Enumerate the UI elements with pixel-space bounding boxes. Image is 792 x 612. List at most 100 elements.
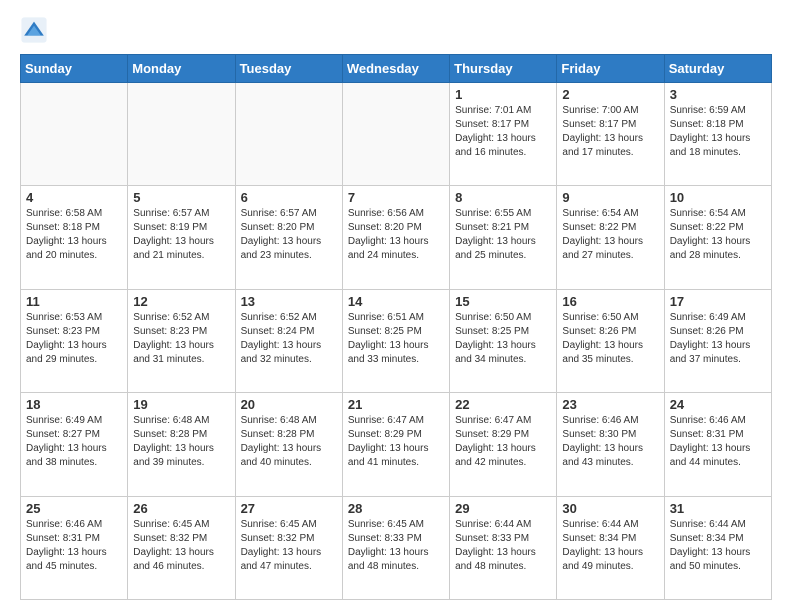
day-info: Sunrise: 7:01 AMSunset: 8:17 PMDaylight:…	[455, 104, 551, 160]
calendar-cell: 22Sunrise: 6:47 AMSunset: 8:29 PMDayligh…	[450, 393, 557, 496]
logo	[20, 16, 52, 44]
calendar-cell: 8 Sunrise: 6:55 AMSunset: 8:21 PMDaylight…	[450, 186, 557, 289]
day-number: 10	[670, 190, 766, 205]
calendar-cell: 30 Sunrise: 6:44 AMSunset: 8:34 PMDayligh…	[557, 496, 664, 599]
calendar-cell: 13 Sunrise: 6:52 AMSunset: 8:24 PMDayligh…	[235, 289, 342, 392]
day-number: 30	[562, 501, 658, 516]
day-number: 5	[133, 190, 229, 205]
day-info: Sunrise: 6:45 AMSunset: 8:32 PMDaylight:…	[241, 518, 337, 574]
calendar-cell: 12 Sunrise: 6:52 AMSunset: 8:23 PMDayligh…	[128, 289, 235, 392]
day-info: Sunrise: 6:57 AMSunset: 8:19 PMDaylight:…	[133, 207, 229, 263]
day-number: 27	[241, 501, 337, 516]
calendar-cell: 23 Sunrise: 6:46 AMSunset: 8:30 PMDayligh…	[557, 393, 664, 496]
day-info: Sunrise: 6:54 AMSunset: 8:22 PMDaylight:…	[670, 207, 766, 263]
calendar-cell: 27 Sunrise: 6:45 AMSunset: 8:32 PMDayligh…	[235, 496, 342, 599]
day-info: Sunrise: 6:50 AMSunset: 8:25 PMDaylight:…	[455, 311, 551, 367]
calendar-cell	[128, 83, 235, 186]
day-info: Sunrise: 6:46 AMSunset: 8:31 PMDaylight:…	[26, 518, 122, 574]
day-info: Sunrise: 6:47 AMSunset: 8:29 PMDaylight:…	[455, 414, 551, 470]
day-info: Sunrise: 6:52 AMSunset: 8:24 PMDaylight:…	[241, 311, 337, 367]
calendar-cell: 21 Sunrise: 6:47 AMSunset: 8:29 PMDayligh…	[342, 393, 449, 496]
day-number: 28	[348, 501, 444, 516]
calendar-cell: 31 Sunrise: 6:44 AMSunset: 8:34 PMDayligh…	[664, 496, 771, 599]
calendar-cell: 18 Sunrise: 6:49 AMSunset: 8:27 PMDayligh…	[21, 393, 128, 496]
day-info: Sunrise: 6:56 AMSunset: 8:20 PMDaylight:…	[348, 207, 444, 263]
day-info: Sunrise: 6:44 AMSunset: 8:34 PMDaylight:…	[562, 518, 658, 574]
calendar-cell: 28 Sunrise: 6:45 AMSunset: 8:33 PMDayligh…	[342, 496, 449, 599]
calendar-cell: 26Sunrise: 6:45 AMSunset: 8:32 PMDayligh…	[128, 496, 235, 599]
day-info: Sunrise: 6:44 AMSunset: 8:33 PMDaylight:…	[455, 518, 551, 574]
calendar-cell	[21, 83, 128, 186]
calendar-cell: 16Sunrise: 6:50 AMSunset: 8:26 PMDayligh…	[557, 289, 664, 392]
col-header-thursday: Thursday	[450, 55, 557, 83]
day-number: 31	[670, 501, 766, 516]
day-number: 7	[348, 190, 444, 205]
calendar-cell: 2 Sunrise: 7:00 AMSunset: 8:17 PMDaylight…	[557, 83, 664, 186]
day-info: Sunrise: 6:58 AMSunset: 8:18 PMDaylight:…	[26, 207, 122, 263]
day-info: Sunrise: 6:54 AMSunset: 8:22 PMDaylight:…	[562, 207, 658, 263]
calendar-cell: 20 Sunrise: 6:48 AMSunset: 8:28 PMDayligh…	[235, 393, 342, 496]
day-info: Sunrise: 6:44 AMSunset: 8:34 PMDaylight:…	[670, 518, 766, 574]
day-number: 16	[562, 294, 658, 309]
day-number: 11	[26, 294, 122, 309]
day-number: 6	[241, 190, 337, 205]
day-number: 1	[455, 87, 551, 102]
calendar-cell: 1 Sunrise: 7:01 AMSunset: 8:17 PMDaylight…	[450, 83, 557, 186]
day-info: Sunrise: 6:57 AMSunset: 8:20 PMDaylight:…	[241, 207, 337, 263]
calendar-cell: 3 Sunrise: 6:59 AMSunset: 8:18 PMDaylight…	[664, 83, 771, 186]
day-number: 20	[241, 397, 337, 412]
calendar-cell: 4 Sunrise: 6:58 AMSunset: 8:18 PMDaylight…	[21, 186, 128, 289]
day-info: Sunrise: 7:00 AMSunset: 8:17 PMDaylight:…	[562, 104, 658, 160]
calendar-cell	[342, 83, 449, 186]
day-number: 2	[562, 87, 658, 102]
col-header-tuesday: Tuesday	[235, 55, 342, 83]
day-info: Sunrise: 6:52 AMSunset: 8:23 PMDaylight:…	[133, 311, 229, 367]
day-info: Sunrise: 6:48 AMSunset: 8:28 PMDaylight:…	[133, 414, 229, 470]
day-number: 4	[26, 190, 122, 205]
calendar-cell: 9 Sunrise: 6:54 AMSunset: 8:22 PMDaylight…	[557, 186, 664, 289]
day-number: 14	[348, 294, 444, 309]
col-header-saturday: Saturday	[664, 55, 771, 83]
day-number: 19	[133, 397, 229, 412]
day-info: Sunrise: 6:47 AMSunset: 8:29 PMDaylight:…	[348, 414, 444, 470]
calendar-cell: 29 Sunrise: 6:44 AMSunset: 8:33 PMDayligh…	[450, 496, 557, 599]
day-info: Sunrise: 6:45 AMSunset: 8:33 PMDaylight:…	[348, 518, 444, 574]
day-number: 13	[241, 294, 337, 309]
day-info: Sunrise: 6:53 AMSunset: 8:23 PMDaylight:…	[26, 311, 122, 367]
day-number: 29	[455, 501, 551, 516]
day-info: Sunrise: 6:45 AMSunset: 8:32 PMDaylight:…	[133, 518, 229, 574]
calendar-cell: 7 Sunrise: 6:56 AMSunset: 8:20 PMDaylight…	[342, 186, 449, 289]
calendar-cell: 15 Sunrise: 6:50 AMSunset: 8:25 PMDayligh…	[450, 289, 557, 392]
day-number: 21	[348, 397, 444, 412]
day-number: 18	[26, 397, 122, 412]
day-number: 3	[670, 87, 766, 102]
logo-icon	[20, 16, 48, 44]
calendar-cell: 6 Sunrise: 6:57 AMSunset: 8:20 PMDaylight…	[235, 186, 342, 289]
page: SundayMondayTuesdayWednesdayThursdayFrid…	[0, 0, 792, 612]
day-number: 9	[562, 190, 658, 205]
day-info: Sunrise: 6:48 AMSunset: 8:28 PMDaylight:…	[241, 414, 337, 470]
calendar-table: SundayMondayTuesdayWednesdayThursdayFrid…	[20, 54, 772, 600]
day-number: 25	[26, 501, 122, 516]
calendar-cell	[235, 83, 342, 186]
day-info: Sunrise: 6:51 AMSunset: 8:25 PMDaylight:…	[348, 311, 444, 367]
day-number: 24	[670, 397, 766, 412]
day-number: 8	[455, 190, 551, 205]
day-info: Sunrise: 6:55 AMSunset: 8:21 PMDaylight:…	[455, 207, 551, 263]
calendar-cell: 11 Sunrise: 6:53 AMSunset: 8:23 PMDayligh…	[21, 289, 128, 392]
calendar-cell: 5 Sunrise: 6:57 AMSunset: 8:19 PMDaylight…	[128, 186, 235, 289]
col-header-sunday: Sunday	[21, 55, 128, 83]
col-header-wednesday: Wednesday	[342, 55, 449, 83]
day-number: 23	[562, 397, 658, 412]
col-header-friday: Friday	[557, 55, 664, 83]
calendar-cell: 14 Sunrise: 6:51 AMSunset: 8:25 PMDayligh…	[342, 289, 449, 392]
day-info: Sunrise: 6:46 AMSunset: 8:31 PMDaylight:…	[670, 414, 766, 470]
day-number: 12	[133, 294, 229, 309]
calendar-cell: 24 Sunrise: 6:46 AMSunset: 8:31 PMDayligh…	[664, 393, 771, 496]
day-number: 17	[670, 294, 766, 309]
day-info: Sunrise: 6:46 AMSunset: 8:30 PMDaylight:…	[562, 414, 658, 470]
col-header-monday: Monday	[128, 55, 235, 83]
day-info: Sunrise: 6:49 AMSunset: 8:27 PMDaylight:…	[26, 414, 122, 470]
day-info: Sunrise: 6:59 AMSunset: 8:18 PMDaylight:…	[670, 104, 766, 160]
day-number: 15	[455, 294, 551, 309]
